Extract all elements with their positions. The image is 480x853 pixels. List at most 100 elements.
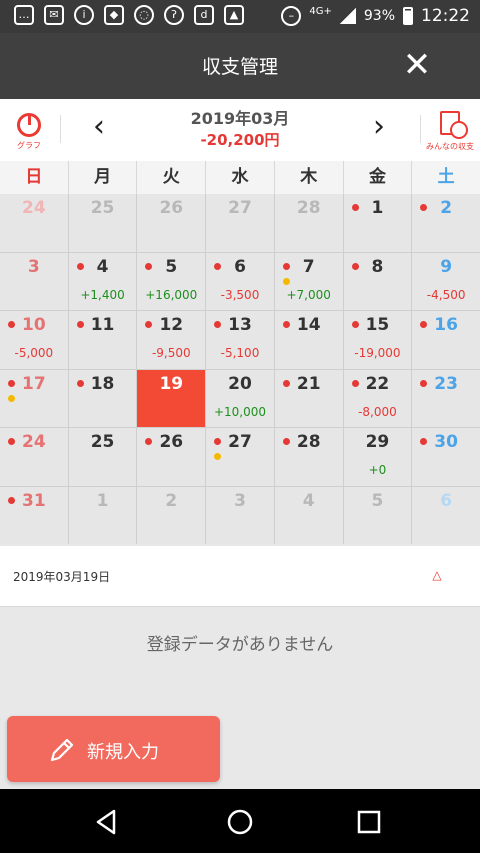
calendar-day[interactable]: 6 bbox=[412, 486, 480, 544]
day-number: 2 bbox=[440, 198, 453, 218]
calendar-day[interactable]: 1 bbox=[343, 194, 412, 252]
chevron-right-icon: › bbox=[373, 109, 385, 144]
calendar-day[interactable]: 15 -19,000 bbox=[343, 311, 412, 369]
day-number: 10 bbox=[22, 315, 46, 335]
calendar-day[interactable]: 4 +1,400 bbox=[68, 252, 137, 310]
calendar-day[interactable]: 2 bbox=[137, 486, 206, 544]
new-entry-label: 新規入力 bbox=[87, 742, 159, 763]
day-number: 7 bbox=[302, 256, 315, 277]
calendar-day[interactable]: 21 bbox=[274, 369, 343, 427]
day-number: 17 bbox=[22, 373, 46, 394]
day-number: 25 bbox=[90, 198, 115, 218]
calendar-day[interactable]: 30 bbox=[412, 428, 480, 486]
calendar-day[interactable]: 10 -5,000 bbox=[0, 311, 68, 369]
calendar-day[interactable]: 29 +0 bbox=[343, 428, 412, 486]
day-number: 31 bbox=[22, 490, 46, 511]
calendar-day[interactable]: 31 bbox=[0, 486, 68, 544]
day-number: 5 bbox=[371, 490, 384, 511]
day-number: 28 bbox=[296, 432, 321, 452]
network-type: 4G+ bbox=[309, 5, 332, 17]
selected-date-bar: 2019年03月19日 △ bbox=[0, 546, 480, 607]
calendar-day[interactable]: 6 -3,500 bbox=[206, 252, 274, 310]
prev-month-button[interactable]: ‹ bbox=[84, 107, 114, 147]
dnd-icon: – bbox=[281, 6, 302, 26]
day-amount: +10,000 bbox=[213, 404, 267, 419]
calendar-day[interactable]: 9 -4,500 bbox=[412, 252, 480, 310]
close-button[interactable]: ✕ bbox=[402, 47, 432, 83]
day-number: 27 bbox=[228, 432, 252, 452]
pencil-icon bbox=[50, 738, 74, 762]
day-number: 6 bbox=[234, 256, 246, 277]
recent-apps-icon[interactable] bbox=[354, 807, 384, 837]
calendar-grid: 24 25 26 27 28 1 2 3 4 +1,400 5 +16,000 6 -3,500 7 +7,0… bbox=[0, 194, 480, 544]
calendar-day[interactable]: 25 bbox=[68, 194, 137, 252]
memo-dot-icon bbox=[282, 277, 290, 285]
collapse-button[interactable]: △ bbox=[430, 568, 444, 582]
day-amount: -5,000 bbox=[14, 346, 54, 360]
calendar-day[interactable]: 20 +10,000 bbox=[206, 369, 274, 427]
calendar-day[interactable]: 22 -8,000 bbox=[343, 369, 412, 427]
new-entry-button[interactable]: 新規入力 bbox=[7, 716, 220, 782]
day-number: 4 bbox=[302, 490, 315, 511]
calendar-day[interactable]: 13 -5,100 bbox=[206, 311, 274, 369]
calendar-day[interactable]: 27 bbox=[206, 428, 274, 486]
day-amount: -9,500 bbox=[151, 346, 191, 360]
calendar-day[interactable]: 27 bbox=[206, 194, 274, 252]
calendar-day-today[interactable]: 19 bbox=[137, 369, 206, 427]
calendar-day[interactable]: 14 bbox=[274, 311, 343, 369]
calendar-day[interactable]: 17 bbox=[0, 369, 68, 427]
calendar-day[interactable]: 26 bbox=[137, 194, 206, 252]
day-number: 21 bbox=[296, 373, 321, 394]
calendar-day[interactable]: 4 bbox=[274, 486, 343, 544]
chevron-left-icon: ‹ bbox=[93, 109, 105, 144]
calendar-day[interactable]: 28 bbox=[274, 194, 343, 252]
calendar-day[interactable]: 26 bbox=[137, 428, 206, 486]
day-number: 30 bbox=[434, 432, 458, 452]
minna-label: みんなの収支 bbox=[426, 142, 474, 151]
calendar-day[interactable]: 2 bbox=[412, 194, 480, 252]
next-month-button[interactable]: › bbox=[364, 107, 394, 147]
calendar-day[interactable]: 28 bbox=[274, 428, 343, 486]
graph-button[interactable]: グラフ bbox=[12, 113, 46, 155]
memo-dot-icon bbox=[8, 394, 15, 402]
back-icon[interactable] bbox=[92, 807, 122, 837]
battery-icon bbox=[403, 7, 413, 25]
clock: 12:22 bbox=[421, 6, 470, 26]
calendar-day[interactable]: 7 +7,000 bbox=[274, 252, 343, 310]
day-amount: -3,500 bbox=[220, 287, 260, 302]
home-icon[interactable] bbox=[225, 807, 255, 837]
day-number: 27 bbox=[228, 198, 252, 218]
minna-button[interactable]: みんなの収支 bbox=[424, 111, 476, 157]
day-number: 4 bbox=[96, 256, 109, 277]
day-number: 23 bbox=[434, 373, 458, 394]
calendar-day[interactable]: 16 bbox=[412, 311, 480, 369]
calendar-day[interactable]: 12 -9,500 bbox=[137, 311, 206, 369]
calendar-day[interactable]: 25 bbox=[68, 428, 137, 486]
day-number: 12 bbox=[159, 315, 184, 335]
weekday-wed: 水 bbox=[205, 161, 274, 194]
info-icon: i bbox=[74, 5, 94, 25]
calendar-day[interactable]: 18 bbox=[68, 369, 137, 427]
calendar-day[interactable]: 3 bbox=[0, 252, 68, 310]
calendar-day[interactable]: 3 bbox=[206, 486, 274, 544]
image-icon: ▲ bbox=[224, 5, 244, 25]
calendar-day[interactable]: 24 bbox=[0, 194, 68, 252]
day-number: 5 bbox=[165, 256, 178, 277]
day-number: 18 bbox=[90, 373, 115, 394]
day-number: 11 bbox=[90, 315, 115, 335]
calendar-day[interactable]: 23 bbox=[412, 369, 480, 427]
day-number: 19 bbox=[159, 373, 184, 394]
day-number: 22 bbox=[365, 373, 390, 394]
calendar-day[interactable]: 1 bbox=[68, 486, 137, 544]
calendar-day[interactable]: 5 bbox=[343, 486, 412, 544]
wifi-off-icon: ◌ bbox=[134, 5, 154, 25]
empty-message: 登録データがありません bbox=[146, 635, 334, 655]
weekday-thu: 木 bbox=[273, 161, 343, 194]
signal-icon bbox=[339, 8, 356, 24]
graph-label: グラフ bbox=[17, 141, 41, 150]
calendar-day[interactable]: 24 bbox=[0, 428, 68, 486]
calendar-day[interactable]: 8 bbox=[343, 252, 412, 310]
pie-chart-icon bbox=[17, 113, 41, 137]
calendar-day[interactable]: 11 bbox=[68, 311, 137, 369]
calendar-day[interactable]: 5 +16,000 bbox=[137, 252, 206, 310]
